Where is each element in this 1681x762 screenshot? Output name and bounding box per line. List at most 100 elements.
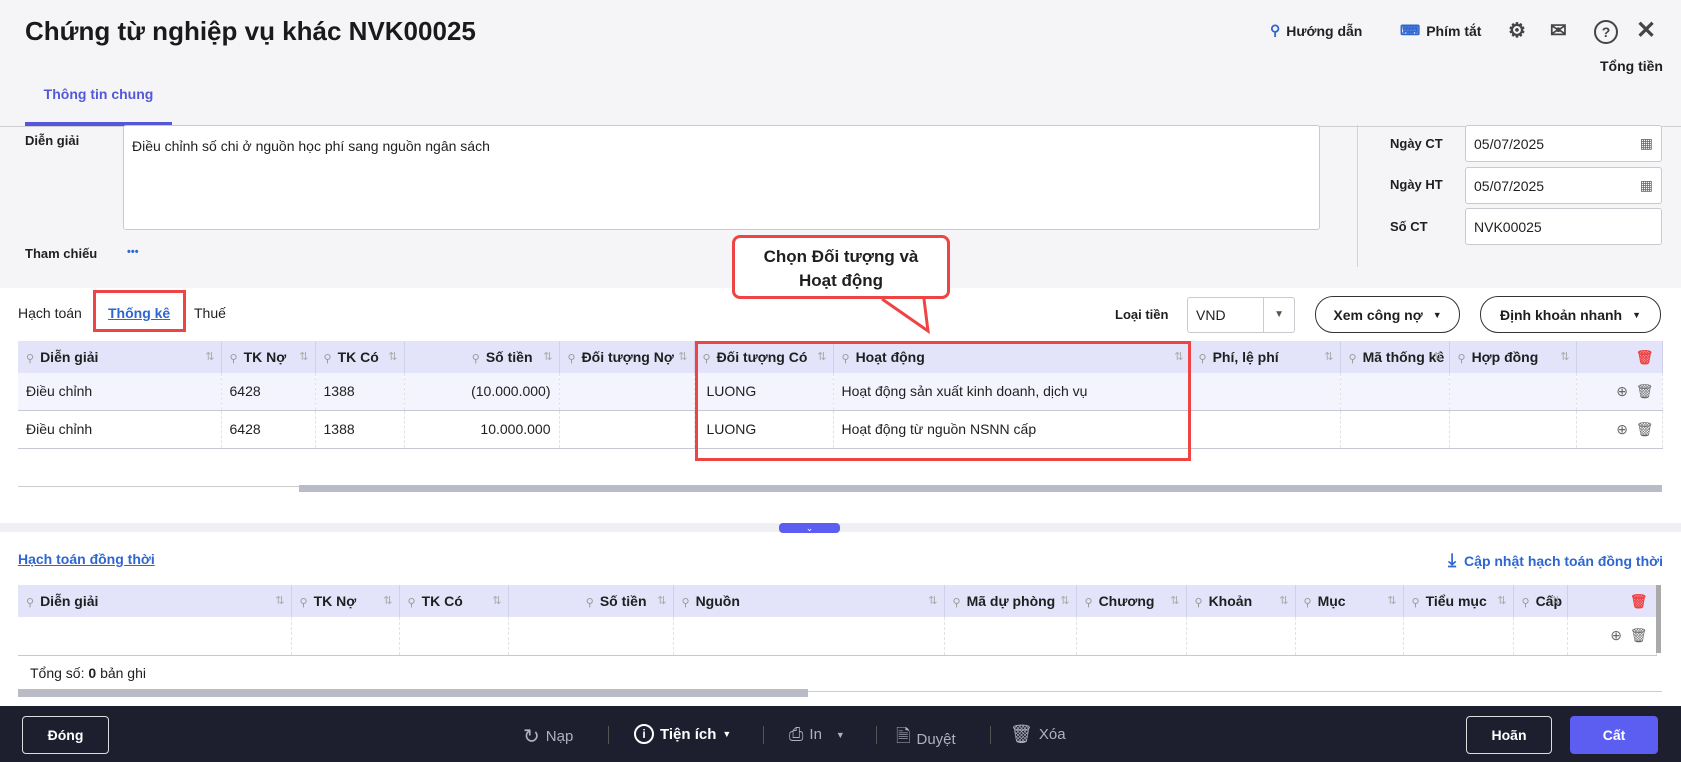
pin-icon[interactable]: ⚲ — [1458, 353, 1466, 365]
so-ct-input[interactable]: NVK00025 — [1465, 208, 1662, 245]
pin-icon[interactable]: ⚲ — [1522, 597, 1530, 609]
column-header[interactable]: ⚲ Chương ⇅ — [1076, 585, 1187, 617]
sort-icon[interactable]: ⇅ — [205, 350, 214, 363]
table-cell[interactable] — [508, 617, 674, 656]
column-header[interactable]: ⚲ Diễn giải ⇅ — [18, 341, 222, 373]
sort-icon[interactable]: ⇅ — [928, 594, 937, 607]
add-row-icon[interactable]: ⊕ — [1610, 627, 1622, 643]
date-ct-input[interactable]: 05/07/2025 ▦ — [1465, 125, 1662, 162]
table-cell[interactable]: LUONG — [694, 373, 834, 411]
column-header[interactable]: ⚲ Diễn giải ⇅ — [18, 585, 292, 617]
table-cell[interactable]: Hoạt động sản xuất kinh doanh, dịch vụ — [833, 373, 1191, 411]
sort-icon[interactable]: ⇅ — [1551, 594, 1560, 607]
calendar-icon[interactable]: ▦ — [1640, 135, 1653, 152]
table-cell[interactable] — [1190, 373, 1341, 411]
update-concurrent-button[interactable]: ⤓ Cập nhật hạch toán đồng thời — [1448, 550, 1663, 571]
table-row[interactable]: Điều chỉnh 6428 1388 (10.000.000) LUONG Hoạt … — [18, 373, 1663, 411]
sort-icon[interactable]: ⇅ — [299, 350, 308, 363]
column-header[interactable]: ⚲ Mã dự phòng ⇅ — [944, 585, 1077, 617]
trash-icon[interactable]: 🗑 — [1636, 421, 1654, 437]
trash-icon[interactable]: 🗑 — [1630, 627, 1648, 643]
pin-icon[interactable]: ⚲ — [1085, 597, 1093, 609]
view-debt-button[interactable]: Xem công nợ ▼ — [1315, 296, 1460, 333]
shortcuts-button[interactable]: ⌨ Phím tắt — [1400, 22, 1481, 39]
sort-icon[interactable]: ⇅ — [275, 594, 284, 607]
help-icon[interactable]: ? — [1594, 20, 1618, 44]
horizontal-scrollbar[interactable] — [18, 689, 808, 697]
sort-icon[interactable]: ⇅ — [1433, 350, 1442, 363]
table-cell[interactable]: Điều chỉnh — [18, 373, 222, 411]
column-header[interactable]: ⚲ Đối tượng Nợ ⇅ — [559, 341, 695, 373]
approve-button[interactable]: 🗎 Duyệt — [896, 724, 956, 754]
table-cell[interactable] — [1295, 617, 1404, 656]
table-cell[interactable] — [1449, 410, 1577, 449]
table-cell[interactable]: 1388 — [315, 373, 405, 411]
quick-entry-button[interactable]: Định khoản nhanh ▼ — [1480, 296, 1661, 333]
table-row[interactable]: ⊕ 🗑 — [18, 617, 1657, 656]
subtab-thue[interactable]: Thuế — [194, 305, 226, 321]
pin-icon[interactable]: ⚲ — [703, 353, 711, 365]
table-cell[interactable] — [1340, 410, 1450, 449]
column-header[interactable]: ⚲ Nguồn ⇅ — [673, 585, 945, 617]
sort-icon[interactable]: ⇅ — [1324, 350, 1333, 363]
pin-icon[interactable]: ⚲ — [586, 597, 594, 609]
pin-icon[interactable]: ⚲ — [324, 353, 332, 365]
pin-icon[interactable]: ⚲ — [472, 353, 480, 365]
pin-icon[interactable]: ⚲ — [1199, 353, 1207, 365]
reload-button[interactable]: ↻ Nạp — [523, 724, 573, 749]
horizontal-scrollbar[interactable] — [299, 485, 1662, 492]
utilities-button[interactable]: i Tiện ích ▼ — [634, 724, 731, 744]
sort-icon[interactable]: ⇅ — [817, 350, 826, 363]
column-header[interactable]: ⚲ Hoạt động ⇅ — [833, 341, 1191, 373]
sort-icon[interactable]: ⇅ — [543, 350, 552, 363]
table-cell[interactable] — [1076, 617, 1187, 656]
pin-icon[interactable]: ⚲ — [953, 597, 961, 609]
ref-more-button[interactable]: ••• — [127, 246, 139, 258]
sort-icon[interactable]: ⇅ — [1279, 594, 1288, 607]
vertical-scrollbar[interactable] — [1656, 585, 1661, 653]
column-header[interactable]: ⚲ Tiểu mục ⇅ — [1403, 585, 1514, 617]
pin-icon[interactable]: ⚲ — [26, 353, 34, 365]
table-cell[interactable]: 6428 — [221, 373, 316, 411]
pin-icon[interactable]: ⚲ — [842, 353, 850, 365]
table-cell[interactable] — [1340, 373, 1450, 411]
pin-icon[interactable]: ⚲ — [230, 353, 238, 365]
table-cell[interactable] — [1190, 410, 1341, 449]
cancel-button[interactable]: Hoãn — [1466, 716, 1552, 754]
trash-icon[interactable]: 🗑 — [1636, 383, 1654, 399]
collapse-handle[interactable]: ⌄ — [779, 523, 840, 533]
pin-icon[interactable]: ⚲ — [26, 597, 34, 609]
sort-icon[interactable]: ⇅ — [1497, 594, 1506, 607]
table-cell[interactable] — [1186, 617, 1296, 656]
tab-general[interactable]: Thông tin chung — [25, 84, 172, 126]
save-button[interactable]: Cất — [1570, 716, 1658, 754]
guide-button[interactable]: ⚲ Hướng dẫn — [1270, 22, 1362, 39]
column-header[interactable]: ⚲ TK Có ⇅ — [399, 585, 509, 617]
delete-all-icon[interactable]: 🗑 — [1576, 341, 1663, 373]
sort-icon[interactable]: ⇅ — [383, 594, 392, 607]
pin-icon[interactable]: ⚲ — [300, 597, 308, 609]
subtab-hach-toan[interactable]: Hạch toán — [18, 305, 82, 321]
pin-icon[interactable]: ⚲ — [568, 353, 576, 365]
print-button[interactable]: ⎙ In ▼ — [789, 724, 845, 745]
table-cell[interactable] — [1449, 373, 1577, 411]
table-cell[interactable]: LUONG — [694, 410, 834, 449]
table-cell[interactable]: (10.000.000) — [404, 373, 560, 411]
column-header[interactable]: ⚲ Mục ⇅ — [1295, 585, 1404, 617]
column-header[interactable]: ⚲ TK Nợ ⇅ — [291, 585, 400, 617]
table-cell[interactable] — [399, 617, 509, 656]
desc-input[interactable]: Điều chỉnh số chi ở nguồn học phí sang n… — [123, 125, 1320, 230]
column-header[interactable]: ⚲ Số tiền ⇅ — [404, 341, 560, 373]
sort-icon[interactable]: ⇅ — [1387, 594, 1396, 607]
table-cell[interactable]: 6428 — [221, 410, 316, 449]
gear-icon[interactable]: ⚙ — [1508, 18, 1526, 43]
table-cell[interactable]: 10.000.000 — [404, 410, 560, 449]
table-cell[interactable] — [18, 617, 292, 656]
table-cell[interactable] — [559, 410, 695, 449]
sort-icon[interactable]: ⇅ — [1174, 350, 1183, 363]
close-icon[interactable]: ✕ — [1636, 16, 1656, 45]
sort-icon[interactable]: ⇅ — [388, 350, 397, 363]
table-cell[interactable] — [1403, 617, 1514, 656]
pin-icon[interactable]: ⚲ — [682, 597, 690, 609]
sort-icon[interactable]: ⇅ — [678, 350, 687, 363]
